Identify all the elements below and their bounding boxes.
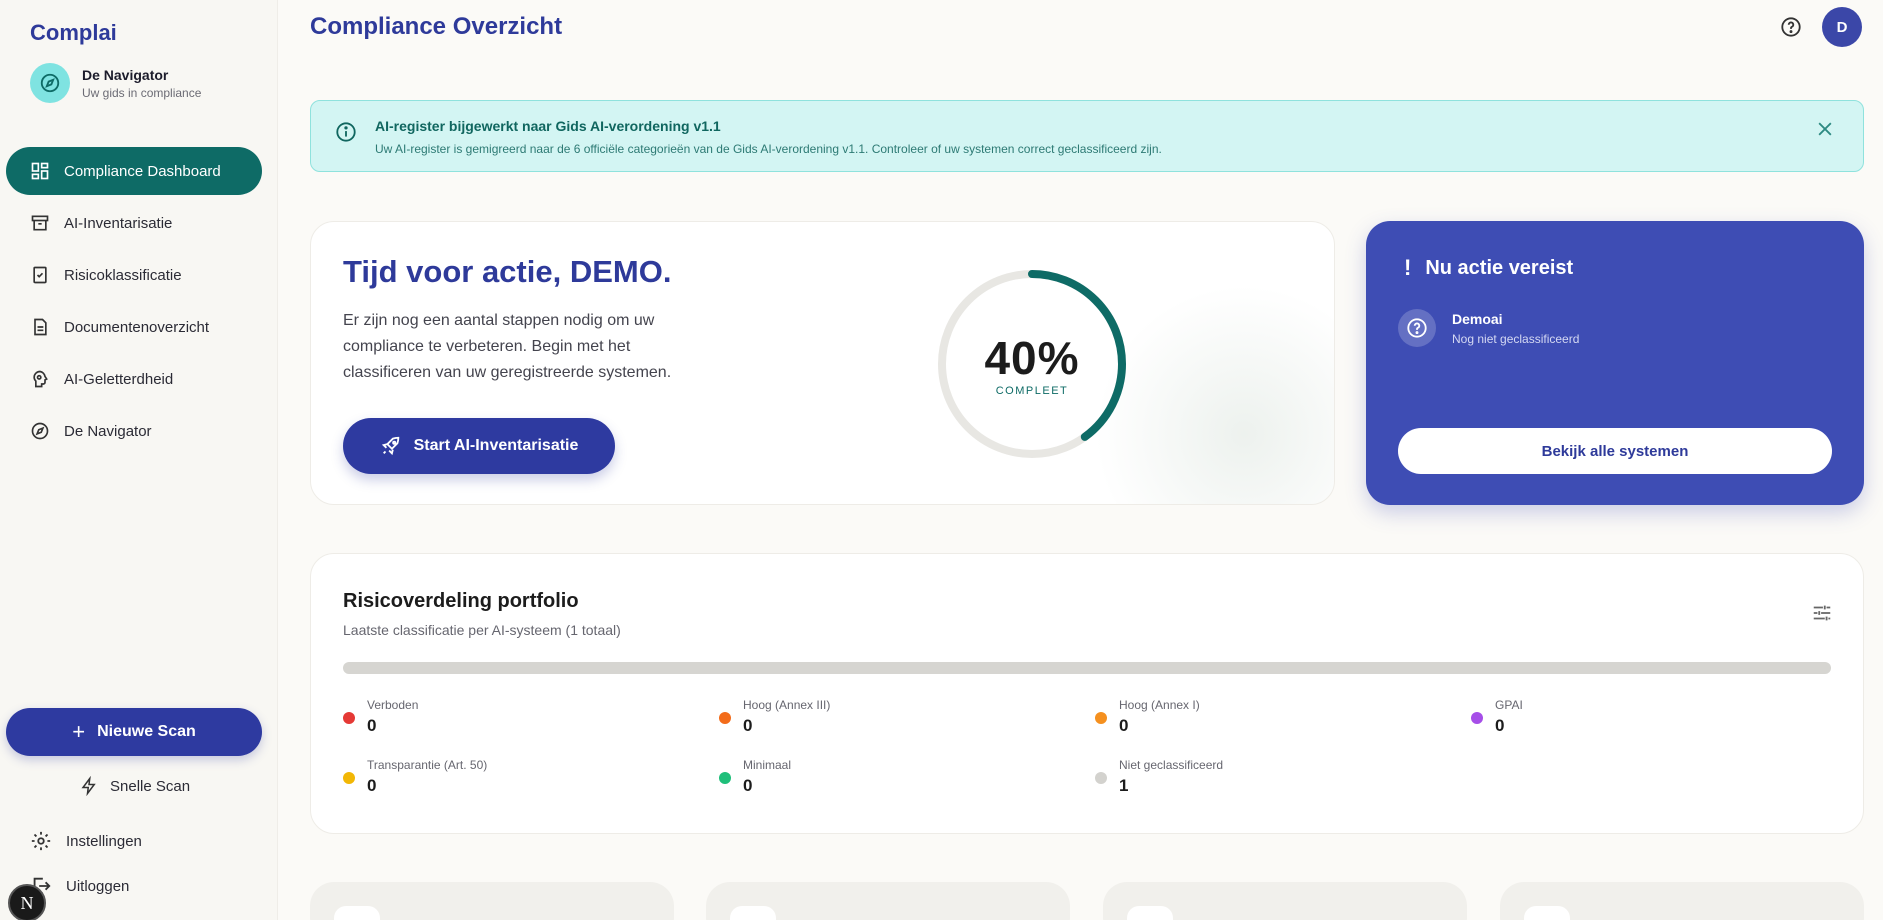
rocket-icon xyxy=(380,435,402,457)
sidebar-item-documentenoverzicht[interactable]: Documentenoverzicht xyxy=(6,303,262,351)
legend-label: Verboden xyxy=(367,698,419,712)
progress-caption: COMPLEET xyxy=(995,385,1069,397)
sidebar-item-risicoklassificatie[interactable]: Risicoklassificatie xyxy=(6,251,262,299)
user-avatar[interactable]: D xyxy=(1822,7,1862,47)
risk-title: Risicoverdeling portfolio xyxy=(343,590,579,612)
exclamation-icon: ! xyxy=(1404,255,1412,280)
sidebar-item-label: De Navigator xyxy=(64,422,152,440)
risk-subtitle: Laatste classificatie per AI-systeem (1 … xyxy=(343,622,621,638)
sidebar-item-compliance-dashboard[interactable]: Compliance Dashboard xyxy=(6,147,262,195)
sidebar-menu: Compliance Dashboard AI-Inventarisatie R… xyxy=(6,147,262,459)
brand-logo[interactable]: Complai xyxy=(30,20,117,46)
sliders-icon[interactable] xyxy=(1811,602,1833,629)
alert-title: AI-register bijgewerkt naar Gids AI-vero… xyxy=(375,118,721,134)
action-description: Er zijn nog een aantal stappen nodig om … xyxy=(343,312,672,381)
action-heading: Tijd voor actie, DEMO. xyxy=(343,254,672,289)
logout-link[interactable]: Uitloggen xyxy=(30,875,129,897)
card-glow xyxy=(1094,284,1334,504)
legend-count: 0 xyxy=(1119,716,1129,735)
close-icon[interactable] xyxy=(1815,119,1837,141)
navigator-profile[interactable]: De Navigator Uw gids in compliance xyxy=(30,63,201,103)
navigator-subtitle: Uw gids in compliance xyxy=(82,85,202,100)
sidebar-item-ai-inventarisatie[interactable]: AI-Inventarisatie xyxy=(6,199,262,247)
clipboard-check-icon xyxy=(30,265,50,285)
info-icon xyxy=(335,121,357,148)
stat-card xyxy=(706,882,1070,920)
start-inventory-button[interactable]: Start AI-Inventarisatie xyxy=(343,418,615,474)
lightning-icon xyxy=(80,776,98,796)
navigator-name: De Navigator xyxy=(82,66,169,83)
legend-count: 0 xyxy=(1495,716,1505,735)
new-scan-label: Nieuwe Scan xyxy=(97,723,196,740)
legend-dot xyxy=(343,712,355,724)
required-system-item[interactable]: Demoai Nog niet geclassificeerd xyxy=(1398,309,1579,347)
legend-label: Niet geclassificeerd xyxy=(1119,758,1224,772)
action-required-title: Nu actie vereist xyxy=(1425,256,1574,279)
quick-scan-label: Snelle Scan xyxy=(110,777,191,795)
action-card: Tijd voor actie, DEMO. Er zijn nog een a… xyxy=(310,221,1335,505)
legend-dot xyxy=(719,772,731,784)
legend-count: 0 xyxy=(743,716,753,735)
sidebar: Complai De Navigator Uw gids in complian… xyxy=(0,0,278,920)
page-title: Compliance Overzicht xyxy=(310,13,563,40)
risk-distribution-card: Risicoverdeling portfolio Laatste classi… xyxy=(310,553,1864,834)
brain-icon xyxy=(30,369,50,389)
settings-label: Instellingen xyxy=(66,832,142,850)
action-required-card: ! Nu actie vereist Demoai Nog niet gecla… xyxy=(1366,221,1864,505)
legend-dot xyxy=(343,772,355,784)
legend-label: Minimaal xyxy=(743,758,792,772)
legend-dot xyxy=(1095,772,1107,784)
stat-card xyxy=(310,882,674,920)
new-scan-button[interactable]: + Nieuwe Scan xyxy=(6,708,262,756)
legend-dot xyxy=(1095,712,1107,724)
legend-label: Transparantie (Art. 50) xyxy=(367,758,488,772)
question-icon xyxy=(1398,309,1436,347)
stat-card-icon-box xyxy=(1524,906,1570,920)
document-icon xyxy=(30,317,50,337)
stat-card-icon-box xyxy=(334,906,380,920)
progress-percent: 40% xyxy=(984,332,1080,384)
n-badge[interactable]: N xyxy=(8,884,46,920)
stat-card-icon-box xyxy=(1127,906,1173,920)
stat-card xyxy=(1103,882,1467,920)
legend-count: 1 xyxy=(1119,776,1129,795)
plus-icon: + xyxy=(72,719,86,744)
sidebar-item-label: AI-Geletterdheid xyxy=(64,370,174,388)
sidebar-item-de-navigator[interactable]: De Navigator xyxy=(6,407,262,455)
legend-count: 0 xyxy=(367,716,377,735)
info-alert: AI-register bijgewerkt naar Gids AI-vero… xyxy=(310,100,1864,172)
legend-dot xyxy=(1471,712,1483,724)
view-all-systems-button[interactable]: Bekijk alle systemen xyxy=(1398,428,1832,474)
sidebar-item-label: Documentenoverzicht xyxy=(64,318,210,336)
legend-dot xyxy=(719,712,731,724)
stat-card xyxy=(1500,882,1864,920)
sidebar-item-label: Risicoklassificatie xyxy=(64,266,182,284)
legend-label: GPAI xyxy=(1495,698,1523,712)
logout-label: Uitloggen xyxy=(66,877,130,895)
settings-link[interactable]: Instellingen xyxy=(30,830,142,852)
start-inventory-label: Start AI-Inventarisatie xyxy=(413,437,579,454)
progress-label: 40% COMPLEET xyxy=(934,266,1130,462)
stat-card-icon-box xyxy=(730,906,776,920)
gear-icon xyxy=(30,830,52,852)
system-name: Demoai xyxy=(1452,310,1503,327)
sidebar-item-ai-geletterdheid[interactable]: AI-Geletterdheid xyxy=(6,355,262,403)
quick-scan-button[interactable]: Snelle Scan xyxy=(80,772,190,800)
compass-icon xyxy=(30,421,50,441)
system-status: Nog niet geclassificeerd xyxy=(1452,331,1580,346)
help-icon[interactable] xyxy=(1780,16,1802,38)
legend-label: Hoog (Annex III) xyxy=(743,698,831,712)
alert-message: Uw AI-register is gemigreerd naar de 6 o… xyxy=(375,142,1162,156)
legend-count: 0 xyxy=(367,776,377,795)
sidebar-item-label: AI-Inventarisatie xyxy=(64,214,173,232)
dashboard-icon xyxy=(30,161,50,181)
archive-icon xyxy=(30,213,50,233)
sidebar-item-label: Compliance Dashboard xyxy=(64,162,221,180)
compass-icon xyxy=(30,63,70,103)
action-required-header: ! Nu actie vereist xyxy=(1404,255,1573,281)
legend-count: 0 xyxy=(743,776,753,795)
risk-distribution-bar xyxy=(343,662,1831,674)
legend-label: Hoog (Annex I) xyxy=(1119,698,1200,712)
